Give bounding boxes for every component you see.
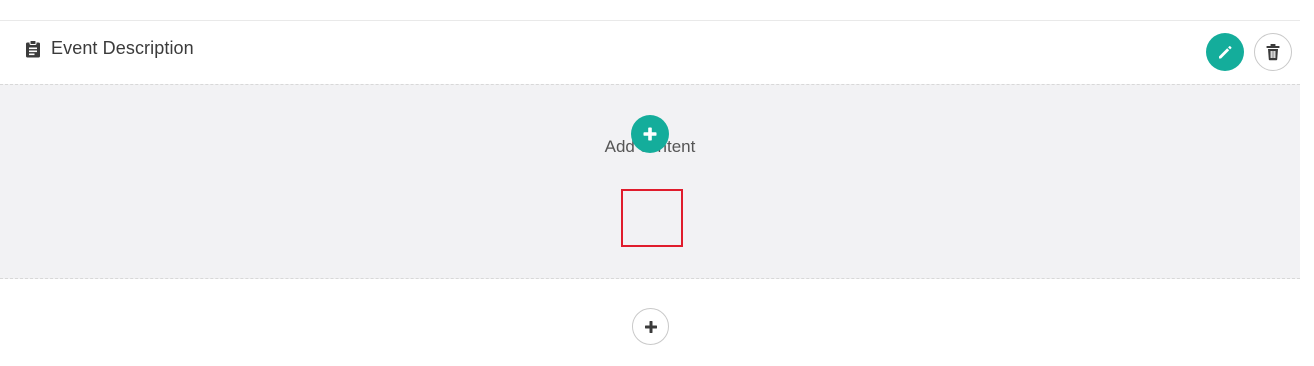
page-edge [1302,0,1314,366]
section-title: Event Description [51,38,194,58]
add-section-button[interactable] [632,308,669,345]
pencil-icon [1216,43,1234,61]
page-builder: Event Description Add content [0,0,1314,366]
trash-icon [1265,43,1281,61]
plus-icon [644,320,658,334]
clipboard-icon [25,40,41,58]
add-content-button[interactable] [631,115,669,153]
delete-section-button[interactable] [1254,33,1292,71]
plus-icon [642,126,658,142]
content-drop-area: Add content [0,84,1300,279]
highlight-box [621,189,683,247]
edit-section-button[interactable] [1206,33,1244,71]
section-header: Event Description [0,21,1300,84]
